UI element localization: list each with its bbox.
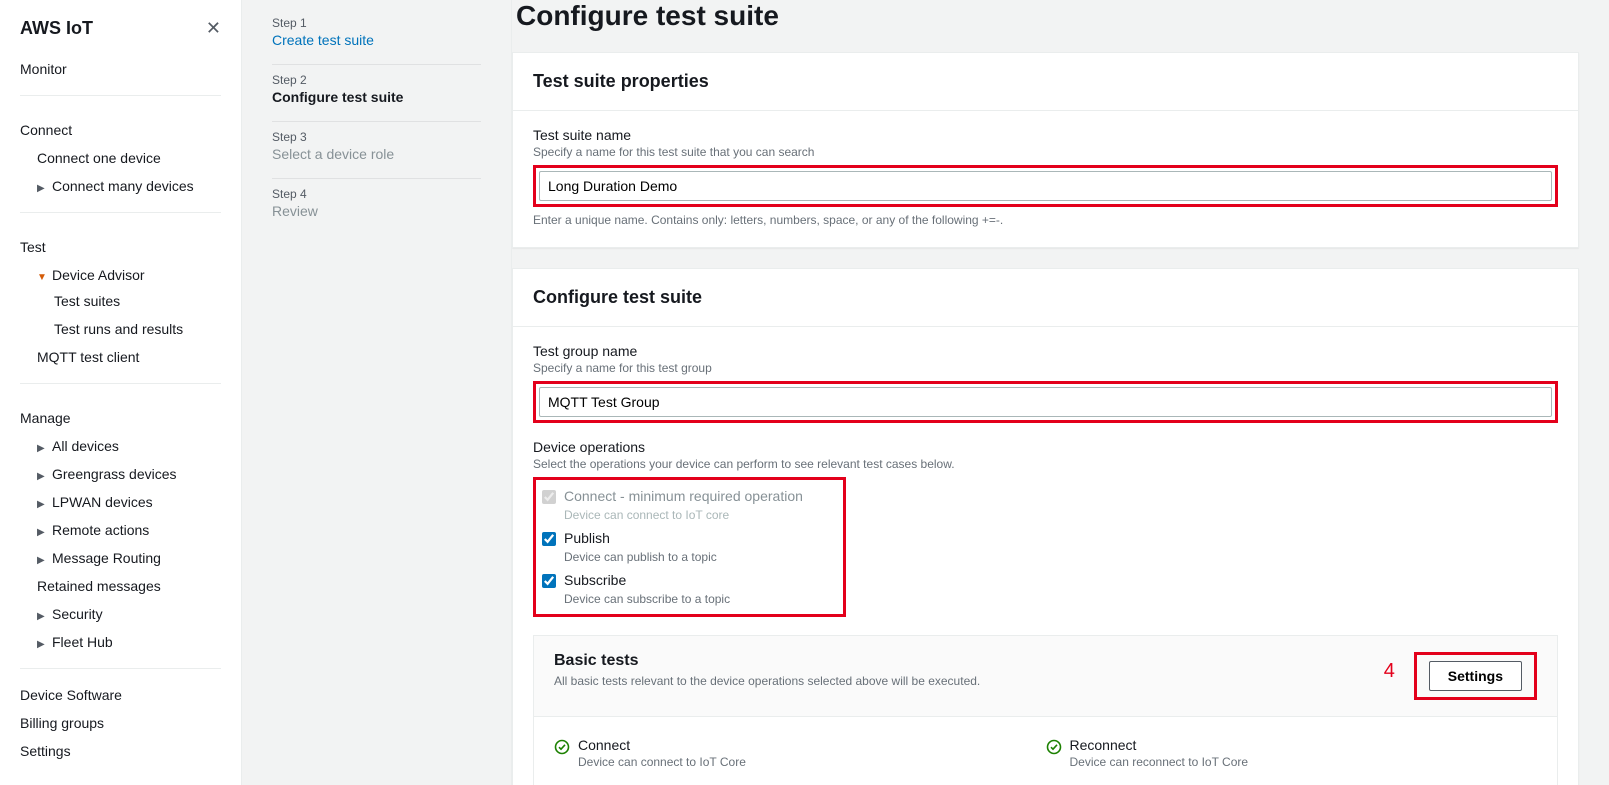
panel-test-suite-properties: Test suite properties Test suite name Sp… [512, 52, 1579, 248]
caret-right-icon: ▶ [37, 555, 47, 566]
divider [20, 95, 221, 96]
step-1[interactable]: Step 1 Create test suite [272, 8, 481, 65]
sidebar-item-connect[interactable]: Connect [20, 108, 221, 144]
caret-right-icon: ▶ [37, 639, 47, 650]
sidebar-item-billing[interactable]: Billing groups [20, 709, 221, 737]
caret-down-icon: ▼ [37, 272, 47, 283]
annotation-4: 4 [1384, 660, 1395, 683]
sidebar-item-device-advisor[interactable]: ▼Device Advisor [20, 261, 221, 289]
field-hint: Specify a name for this test suite that … [533, 143, 1558, 165]
caret-right-icon: ▶ [37, 443, 47, 454]
op-connect: Connect - minimum required operation [542, 484, 803, 508]
page-title: Configure test suite [512, 0, 1579, 52]
sidebar-title: AWS IoT [20, 18, 93, 39]
sidebar-item-connect-many[interactable]: ▶Connect many devices [20, 172, 221, 200]
sidebar-item-all-devices[interactable]: ▶All devices [20, 432, 221, 460]
subpanel-basic-tests: Basic tests All basic tests relevant to … [533, 635, 1558, 785]
sidebar-item-remote[interactable]: ▶Remote actions [20, 516, 221, 544]
panel-heading: Configure test suite [533, 287, 1558, 308]
caret-right-icon: ▶ [37, 499, 47, 510]
sidebar-item-retained[interactable]: Retained messages [20, 572, 221, 600]
op-connect-desc: Device can connect to IoT core [542, 508, 803, 526]
op-publish[interactable]: Publish [542, 526, 803, 550]
sidebar-item-test[interactable]: Test [20, 225, 221, 261]
sidebar: AWS IoT ✕ Monitor Connect Connect one de… [0, 0, 242, 785]
basic-tests-desc: All basic tests relevant to the device o… [554, 670, 980, 688]
checkbox-publish[interactable] [542, 532, 556, 546]
test-suite-name-input[interactable] [539, 171, 1552, 201]
sidebar-item-settings[interactable]: Settings [20, 737, 221, 765]
step-3: Step 3 Select a device role [272, 122, 481, 179]
step-2: Step 2 Configure test suite [272, 65, 481, 122]
checkbox-subscribe[interactable] [542, 574, 556, 588]
sidebar-item-monitor[interactable]: Monitor [20, 55, 221, 83]
sidebar-item-greengrass[interactable]: ▶Greengrass devices [20, 460, 221, 488]
sidebar-item-manage[interactable]: Manage [20, 396, 221, 432]
basic-tests-heading: Basic tests [554, 652, 980, 670]
sidebar-item-lpwan[interactable]: ▶LPWAN devices [20, 488, 221, 516]
sidebar-item-test-suites[interactable]: Test suites [20, 289, 221, 315]
caret-right-icon: ▶ [37, 611, 47, 622]
panel-configure-test-suite: Configure test suite Test group name Spe… [512, 268, 1579, 785]
sidebar-item-mqtt-client[interactable]: MQTT test client [20, 343, 221, 371]
sidebar-item-routing[interactable]: ▶Message Routing [20, 544, 221, 572]
field-label-suite-name: Test suite name [533, 127, 1558, 143]
field-label-device-ops: Device operations [533, 439, 1558, 455]
checkbox-connect [542, 490, 556, 504]
divider [20, 383, 221, 384]
sidebar-item-connect-one[interactable]: Connect one device [20, 144, 221, 172]
panel-heading: Test suite properties [533, 71, 1558, 92]
check-circle-icon [554, 739, 570, 755]
op-subscribe[interactable]: Subscribe [542, 568, 803, 592]
test-reconnect: Reconnect Device can reconnect to IoT Co… [1046, 731, 1538, 783]
sidebar-item-test-runs[interactable]: Test runs and results [20, 315, 221, 343]
sidebar-item-fleethub[interactable]: ▶Fleet Hub [20, 628, 221, 656]
step-4: Step 4 Review [272, 179, 481, 235]
op-subscribe-desc: Device can subscribe to a topic [542, 592, 803, 610]
field-help: Enter a unique name. Contains only: lett… [533, 207, 1558, 227]
caret-right-icon: ▶ [37, 183, 47, 194]
field-label-group-name: Test group name [533, 343, 1558, 359]
test-connect: Connect Device can connect to IoT Core [554, 731, 1046, 783]
field-hint: Select the operations your device can pe… [533, 455, 1558, 477]
caret-right-icon: ▶ [37, 471, 47, 482]
wizard-steps: Step 1 Create test suite Step 2 Configur… [242, 0, 512, 785]
close-icon[interactable]: ✕ [206, 18, 221, 39]
settings-button[interactable]: Settings [1429, 661, 1522, 691]
divider [20, 668, 221, 669]
sidebar-item-security[interactable]: ▶Security [20, 600, 221, 628]
caret-right-icon: ▶ [37, 527, 47, 538]
field-hint: Specify a name for this test group [533, 359, 1558, 381]
test-group-name-input[interactable] [539, 387, 1552, 417]
op-publish-desc: Device can publish to a topic [542, 550, 803, 568]
sidebar-item-device-software[interactable]: Device Software [20, 681, 221, 709]
check-circle-icon [1046, 739, 1062, 755]
main-content: Configure test suite Test suite properti… [512, 0, 1609, 785]
divider [20, 212, 221, 213]
